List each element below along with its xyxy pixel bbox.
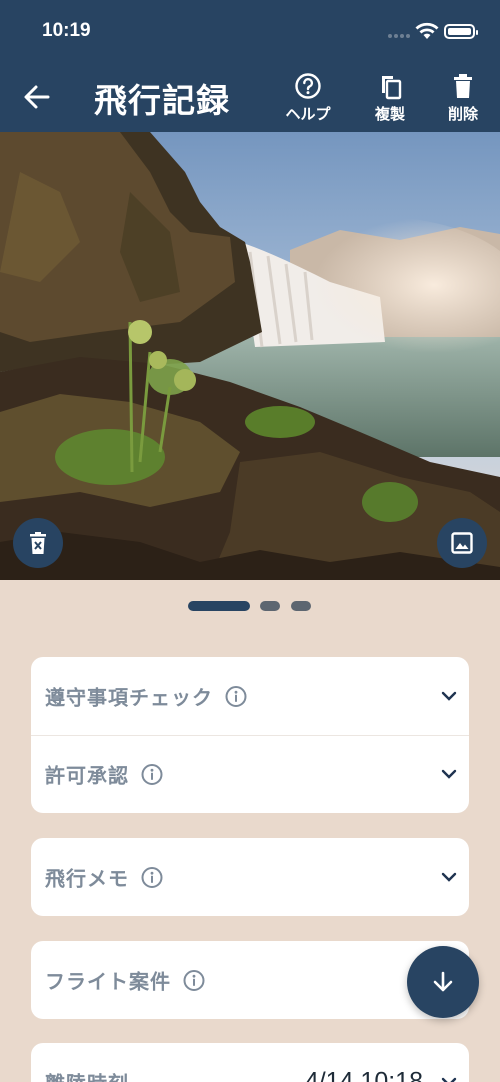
takeoff-card: 離陸時刻 4/14 10:18 [31, 1043, 469, 1082]
battery-icon [444, 24, 478, 39]
pager-dot-active[interactable] [188, 601, 250, 611]
flight-memo-label: 飛行メモ [45, 866, 129, 891]
info-icon[interactable] [183, 969, 205, 991]
help-circle-icon [295, 73, 321, 99]
scroll-down-button[interactable] [407, 946, 479, 1018]
photo-gallery-button[interactable] [437, 518, 487, 568]
compliance-card: 遵守事項チェック 許可承認 [31, 657, 469, 813]
duplicate-label: 複製 [374, 105, 405, 123]
back-button[interactable] [18, 78, 56, 116]
flight-photo[interactable] [0, 132, 500, 580]
photo-pager [0, 601, 500, 611]
duplicate-button[interactable]: 複製 [360, 70, 420, 128]
chevron-down-icon [441, 769, 457, 779]
takeoff-time-label: 離陸時刻 [45, 1068, 129, 1082]
help-label: ヘルプ [285, 105, 331, 123]
compliance-check-row[interactable]: 遵守事項チェック [31, 657, 469, 735]
delete-button[interactable]: 削除 [433, 70, 493, 128]
info-icon[interactable] [141, 763, 163, 785]
flight-project-label: フライト案件 [45, 969, 171, 994]
cellular-signal-icon [388, 34, 410, 38]
chevron-down-icon [441, 691, 457, 701]
delete-label: 削除 [447, 105, 478, 123]
copy-icon [382, 76, 402, 100]
chevron-down-icon [441, 1077, 457, 1082]
memo-card: 飛行メモ [31, 838, 469, 916]
takeoff-time-row[interactable]: 離陸時刻 4/14 10:18 [31, 1043, 469, 1082]
delete-photo-icon [30, 532, 46, 554]
status-time: 10:19 [42, 20, 91, 41]
trash-icon [454, 74, 472, 98]
permission-label: 許可承認 [45, 763, 129, 788]
takeoff-time-value: 4/14 10:18 [304, 1067, 423, 1082]
permission-row[interactable]: 許可承認 [31, 735, 469, 813]
page-title: 飛行記録 [94, 81, 230, 120]
pager-dot[interactable] [260, 601, 280, 611]
pager-dot[interactable] [291, 601, 311, 611]
info-icon[interactable] [225, 685, 247, 707]
app-header: 飛行記録 ヘルプ 複製 削除 [0, 64, 500, 132]
chevron-down-icon [441, 872, 457, 882]
flight-project-row[interactable]: フライト案件 [31, 941, 469, 1019]
info-icon[interactable] [141, 866, 163, 888]
waterfall-landscape-image [0, 132, 500, 580]
image-icon [451, 532, 473, 554]
project-card: フライト案件 [31, 941, 469, 1019]
wifi-icon [415, 22, 439, 39]
help-button[interactable]: ヘルプ [278, 70, 338, 128]
arrow-down-icon [433, 971, 453, 992]
delete-photo-button[interactable] [13, 518, 63, 568]
status-bar: 10:19 [0, 0, 500, 64]
compliance-check-label: 遵守事項チェック [45, 685, 213, 710]
flight-memo-row[interactable]: 飛行メモ [31, 838, 469, 916]
back-arrow-icon [24, 85, 50, 109]
